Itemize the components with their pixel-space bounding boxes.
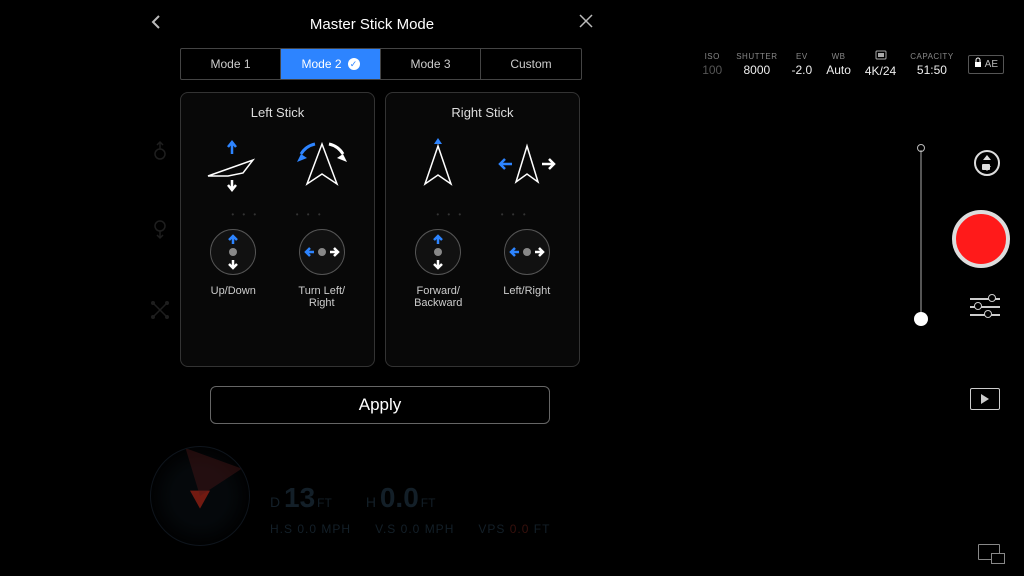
sd-icon [875, 50, 887, 62]
left-icon-column [150, 140, 170, 320]
left-stick-panel: Left Stick • • • • • • [180, 92, 375, 367]
radar-widget[interactable] [150, 446, 250, 546]
left-stick-title: Left Stick [189, 105, 366, 120]
throttle-control[interactable] [210, 229, 256, 275]
exposure-slider[interactable] [920, 150, 922, 320]
yaw-control[interactable] [299, 229, 345, 275]
format-readout: 4K/24 [865, 50, 896, 78]
back-icon[interactable] [150, 14, 162, 35]
capacity-readout: CAPACITY51:50 [910, 52, 953, 77]
tab-mode2[interactable]: Mode 2 ✓ [281, 49, 381, 79]
camera-switch-icon[interactable] [974, 150, 1000, 176]
ev-readout: EV-2.0 [792, 52, 813, 77]
yaw-diagram [282, 135, 362, 195]
iso-readout: ISO100 [702, 52, 722, 77]
tab-mode1[interactable]: Mode 1 [181, 49, 281, 79]
roll-diagram [487, 135, 567, 195]
altitude-diagram [193, 135, 273, 195]
lock-icon [974, 58, 982, 71]
pitch-diagram [398, 135, 478, 195]
pip-icon[interactable] [978, 544, 1000, 560]
playback-icon[interactable] [970, 388, 1000, 410]
rth-icon [150, 220, 170, 240]
camera-status-bar: ISO100 SHUTTER8000 EV-2.0 WBAuto 4K/24 C… [702, 50, 1004, 78]
shutter-readout: SHUTTER8000 [736, 52, 777, 77]
close-icon[interactable] [578, 12, 594, 35]
drone-icon [150, 300, 170, 320]
pitch-label: Forward/ Backward [398, 285, 478, 309]
pitch-control[interactable] [415, 229, 461, 275]
throttle-label: Up/Down [193, 285, 273, 309]
camera-settings-icon[interactable] [970, 296, 1000, 318]
record-button[interactable] [952, 210, 1010, 268]
right-stick-title: Right Stick [394, 105, 571, 120]
roll-label: Left/Right [487, 285, 567, 309]
mode-tabs: Mode 1 Mode 2 ✓ Mode 3 Custom [180, 48, 582, 80]
apply-button[interactable]: Apply [210, 386, 550, 424]
page-title: Master Stick Mode [310, 16, 434, 33]
check-icon: ✓ [348, 58, 360, 70]
settings-header: Master Stick Mode [140, 12, 604, 36]
telemetry-readout: D 13FT H 0.0FT H.S 0.0 MPH V.S 0.0 MPH V… [270, 482, 550, 536]
right-stick-panel: Right Stick • • • • • • [385, 92, 580, 367]
wb-readout: WBAuto [826, 52, 851, 77]
ae-lock-badge[interactable]: AE [968, 55, 1004, 74]
yaw-label: Turn Left/ Right [282, 285, 362, 309]
roll-control[interactable] [504, 229, 550, 275]
tab-mode3[interactable]: Mode 3 [381, 49, 481, 79]
tab-custom[interactable]: Custom [481, 49, 581, 79]
takeoff-icon [150, 140, 170, 160]
